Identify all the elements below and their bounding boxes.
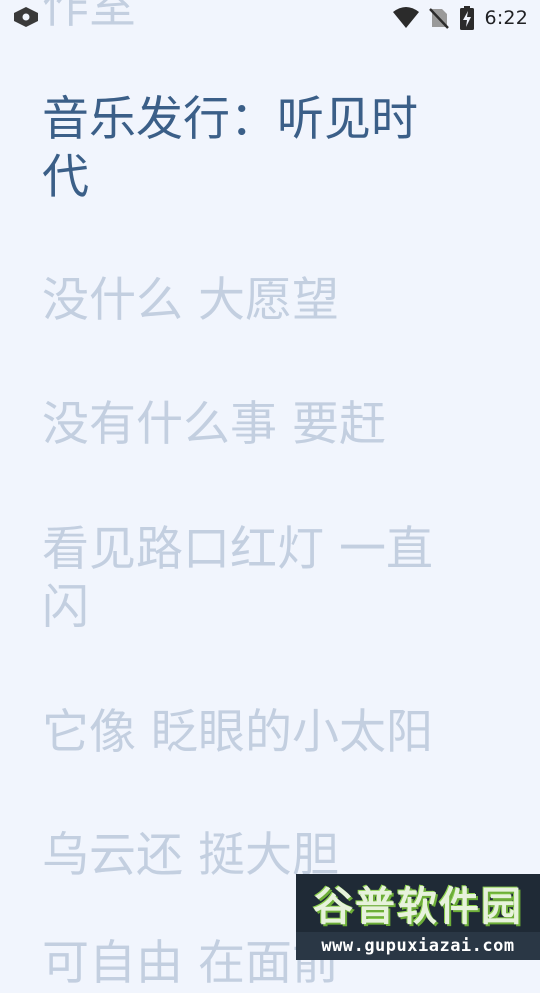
lyric-line[interactable]: 没什么 大愿望 (42, 272, 462, 330)
status-icons: 6:22 (392, 0, 528, 36)
lyric-line-current[interactable]: 音乐发行：听见时代 (42, 91, 462, 207)
app-notification-icon (14, 7, 38, 27)
lyric-line[interactable]: 它像 眨眼的小太阳 (42, 704, 462, 762)
battery-charging-icon (459, 6, 474, 30)
wifi-icon (392, 7, 419, 28)
lyric-line[interactable]: 没有什么事 要赶 (42, 396, 462, 454)
site-watermark: 谷普软件园 www.gupuxiazai.com (296, 874, 540, 960)
status-bar: 6:22 (0, 0, 540, 36)
clock-time: 6:22 (484, 7, 528, 29)
no-sim-icon (428, 8, 449, 29)
watermark-url-box: www.gupuxiazai.com (296, 932, 540, 960)
watermark-title-box: 谷普软件园 (296, 874, 540, 932)
watermark-title: 谷普软件园 (313, 884, 523, 930)
watermark-url: www.gupuxiazai.com (321, 936, 515, 956)
lyric-line[interactable]: 看见路口红灯 一直闪 (42, 521, 462, 637)
